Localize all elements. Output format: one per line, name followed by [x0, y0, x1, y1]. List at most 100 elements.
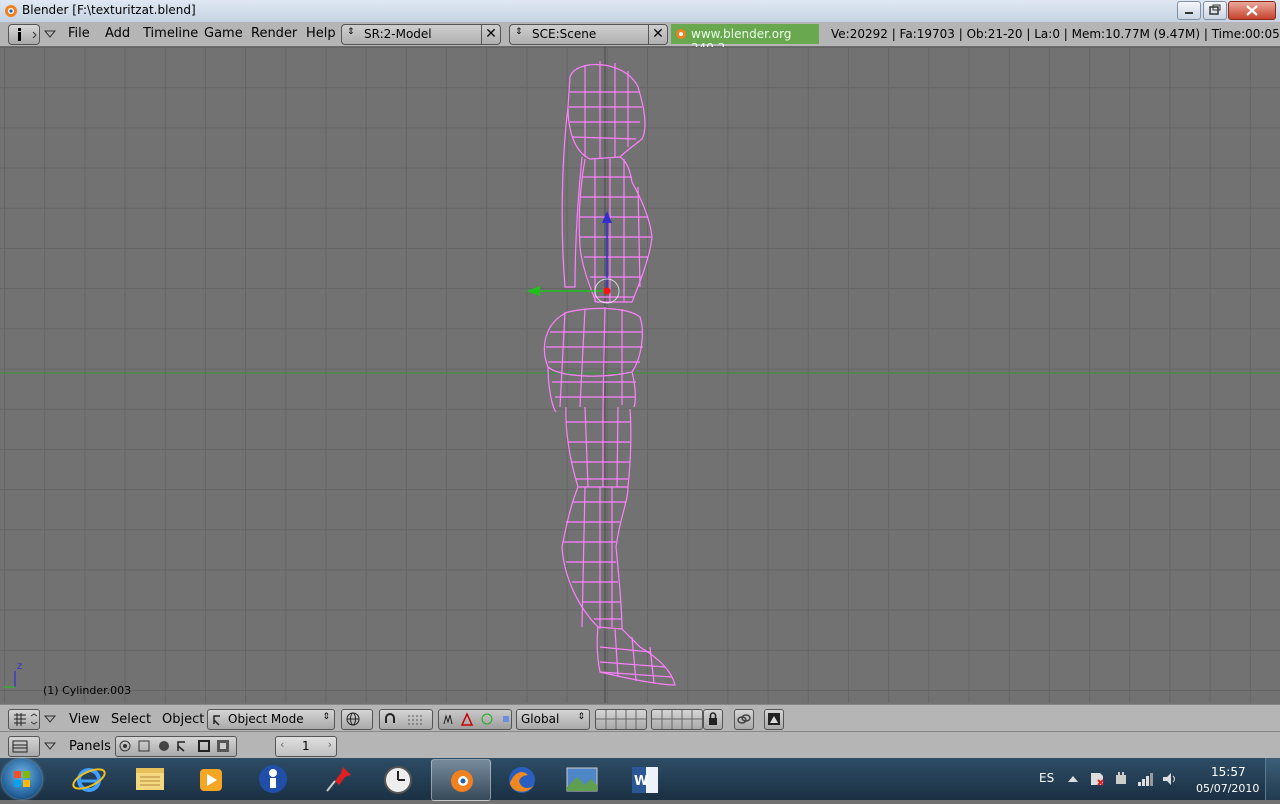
layer-buttons-left[interactable] — [595, 709, 647, 730]
chevron-right-icon[interactable]: › — [328, 738, 332, 751]
menu-add[interactable]: Add — [105, 26, 130, 41]
taskbar-blender[interactable] — [431, 759, 491, 801]
editor-type-button[interactable] — [8, 709, 40, 730]
word-icon: W — [632, 767, 658, 793]
screen-name: SR:2-Model — [364, 27, 432, 41]
blender-website-link[interactable]: www.blender.org 249.2 — [671, 24, 819, 55]
menu-view[interactable]: View — [69, 712, 100, 727]
updown-arrow-icon: ⇕ — [577, 712, 585, 722]
layers-icon — [596, 710, 646, 729]
info-header: File Add Timeline Game Render Help ⇕ SR:… — [0, 22, 1280, 55]
delete-screen-icon[interactable]: ✕ — [481, 25, 500, 44]
close-button[interactable] — [1228, 1, 1276, 20]
taskbar-word[interactable]: W — [616, 759, 674, 799]
picture-icon — [566, 767, 598, 792]
svg-text:W: W — [634, 774, 648, 789]
buttons-window-icon — [12, 740, 28, 753]
taskbar-explorer[interactable] — [121, 759, 179, 799]
close-icon — [1246, 5, 1258, 16]
lock-layers-button[interactable] — [703, 709, 723, 730]
menu-game[interactable]: Game — [204, 26, 243, 41]
manipulator-buttons[interactable] — [438, 709, 512, 730]
power-icon[interactable] — [1113, 771, 1129, 787]
taskbar-firefox[interactable] — [493, 759, 551, 799]
orientation-label: Global — [521, 712, 560, 726]
volume-icon[interactable] — [1161, 771, 1177, 787]
menu-object[interactable]: Object — [162, 712, 204, 727]
draw-type-button[interactable] — [341, 709, 373, 730]
windows-logo-icon — [14, 771, 30, 787]
clock-date[interactable]: 05/07/2010 — [1196, 782, 1259, 795]
taskbar: W ES 15:57 05/07/2010 — [0, 758, 1280, 801]
taskbar-internet-explorer[interactable] — [60, 759, 118, 799]
buttons-editor-type[interactable] — [8, 736, 40, 757]
internet-explorer-icon — [72, 768, 106, 792]
window-title-bar: Blender [F:\texturitzat.blend] — [0, 0, 1280, 22]
start-button[interactable] — [2, 759, 42, 799]
wireframe-sphere-icon — [346, 712, 360, 726]
restore-icon — [1209, 4, 1221, 15]
link-button[interactable] — [734, 709, 754, 730]
axis-z-label: z — [17, 661, 23, 672]
pivot-icon — [385, 713, 422, 725]
scene-name: SCE:Scene — [532, 27, 597, 41]
menu-collapse-icon[interactable] — [44, 715, 56, 723]
taskbar-messenger[interactable] — [244, 759, 302, 799]
grid-view-icon — [14, 713, 38, 726]
taskbar-pin-app[interactable] — [309, 759, 367, 799]
window-title: Blender [F:\texturitzat.blend] — [22, 3, 196, 17]
menu-collapse-icon[interactable] — [44, 30, 56, 38]
network-icon[interactable] — [1137, 771, 1153, 787]
delete-scene-icon[interactable]: ✕ — [648, 25, 667, 44]
media-player-icon — [200, 769, 222, 791]
clock-icon — [384, 766, 412, 794]
show-hidden-icons[interactable] — [1067, 774, 1079, 784]
render-icon — [768, 713, 780, 725]
buttons-header: Panels ‹ 1 › — [0, 731, 1280, 759]
object-mode-icon — [213, 715, 220, 726]
frame-counter[interactable]: ‹ 1 › — [275, 736, 337, 757]
action-center-icon[interactable] — [1089, 771, 1105, 787]
clock-time[interactable]: 15:57 — [1211, 765, 1246, 779]
3d-viewport[interactable]: z (1) Cylinder.003 — [0, 47, 1280, 703]
language-indicator[interactable]: ES — [1039, 771, 1054, 785]
menu-collapse-icon[interactable] — [44, 742, 56, 750]
minimize-icon — [1185, 12, 1193, 14]
orientation-selector[interactable]: Global ⇕ — [516, 709, 590, 730]
menu-timeline[interactable]: Timeline — [143, 26, 198, 41]
layer-buttons-right[interactable] — [651, 709, 703, 730]
updown-arrow-icon: ⇕ — [515, 27, 523, 37]
active-object-label: (1) Cylinder.003 — [43, 684, 132, 697]
updown-arrow-icon: ⇕ — [322, 712, 330, 722]
layers-icon — [652, 710, 702, 729]
menu-render[interactable]: Render — [251, 26, 297, 41]
frame-value: 1 — [302, 739, 310, 753]
pushpin-icon — [326, 767, 351, 792]
context-icons — [119, 740, 229, 752]
updown-arrow-icon: ⇕ — [347, 27, 355, 37]
context-buttons[interactable] — [115, 736, 237, 757]
taskbar-image-viewer[interactable] — [553, 759, 611, 799]
window-type-button[interactable] — [8, 24, 40, 45]
show-desktop-button[interactable] — [1265, 758, 1280, 800]
scene-selector[interactable]: ⇕ SCE:Scene ✕ — [509, 24, 668, 45]
maximize-button[interactable] — [1203, 1, 1227, 20]
panels-menu[interactable]: Panels — [69, 739, 111, 754]
menu-file[interactable]: File — [68, 26, 90, 41]
mode-selector[interactable]: Object Mode ⇕ — [207, 709, 335, 730]
view3d-header: View Select Object Object Mode ⇕ Global … — [0, 704, 1280, 732]
menu-select[interactable]: Select — [111, 712, 151, 727]
user-icon — [259, 765, 287, 793]
blender-icon — [451, 770, 473, 792]
info-icon — [18, 28, 37, 41]
taskbar-clock-app[interactable] — [369, 759, 427, 799]
menu-help[interactable]: Help — [306, 26, 336, 41]
pivot-snap-buttons[interactable] — [379, 709, 433, 730]
link-icon — [737, 714, 751, 724]
taskbar-media-player[interactable] — [182, 759, 240, 799]
screen-selector[interactable]: ⇕ SR:2-Model ✕ — [341, 24, 501, 45]
chevron-left-icon[interactable]: ‹ — [280, 738, 284, 751]
render-button[interactable] — [764, 709, 784, 730]
viewport-canvas — [0, 47, 1280, 703]
minimize-button[interactable] — [1177, 1, 1201, 20]
